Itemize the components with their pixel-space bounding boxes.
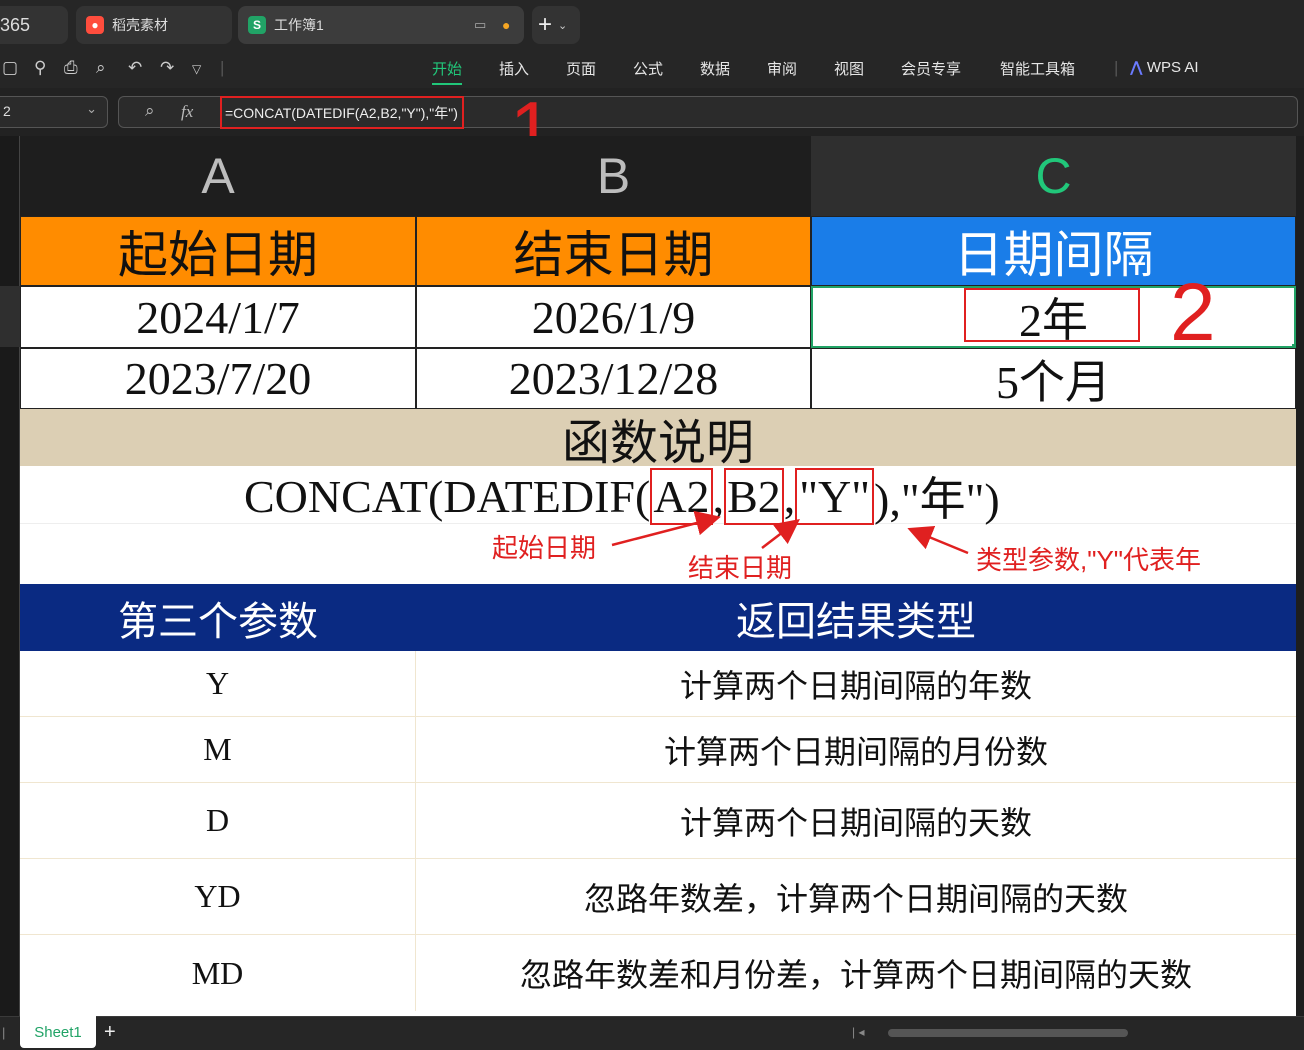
header-return-type[interactable]: 返回结果类型 [416, 584, 1296, 651]
result-yd[interactable]: 忽路年数差，计算两个日期间隔的天数 [416, 859, 1296, 935]
sheet-tabs-bar: | + | ◂ [0, 1016, 1304, 1050]
scroll-left-icon[interactable]: | ◂ [852, 1025, 864, 1039]
arrow-end-date [761, 518, 800, 549]
annotation-type: 类型参数,"Y"代表年 [976, 545, 1202, 575]
param-d[interactable]: D [20, 783, 416, 859]
add-sheet-button[interactable]: + [104, 1021, 116, 1044]
result-md[interactable]: 忽路年数差和月份差，计算两个日期间隔的天数 [416, 935, 1296, 1011]
param-y[interactable]: Y [20, 651, 416, 717]
result-y[interactable]: 计算两个日期间隔的年数 [416, 651, 1296, 717]
header-third-param[interactable]: 第三个参数 [20, 584, 416, 651]
annotation-start-date: 起始日期 [492, 533, 597, 563]
annotation-end-date: 结束日期 [688, 553, 793, 583]
param-yd[interactable]: YD [20, 859, 416, 935]
sheet-tab-sheet1[interactable]: Sheet1 [20, 1016, 96, 1048]
result-m[interactable]: 计算两个日期间隔的月份数 [416, 717, 1296, 783]
arrow-start-date [611, 510, 721, 547]
arrow-type [907, 526, 969, 555]
param-md[interactable]: MD [20, 935, 416, 1011]
right-edge [1296, 136, 1304, 1016]
sheet-nav-icon[interactable]: | [2, 1025, 5, 1040]
horizontal-scrollbar[interactable] [888, 1029, 1128, 1037]
param-m[interactable]: M [20, 717, 416, 783]
result-d[interactable]: 计算两个日期间隔的天数 [416, 783, 1296, 859]
